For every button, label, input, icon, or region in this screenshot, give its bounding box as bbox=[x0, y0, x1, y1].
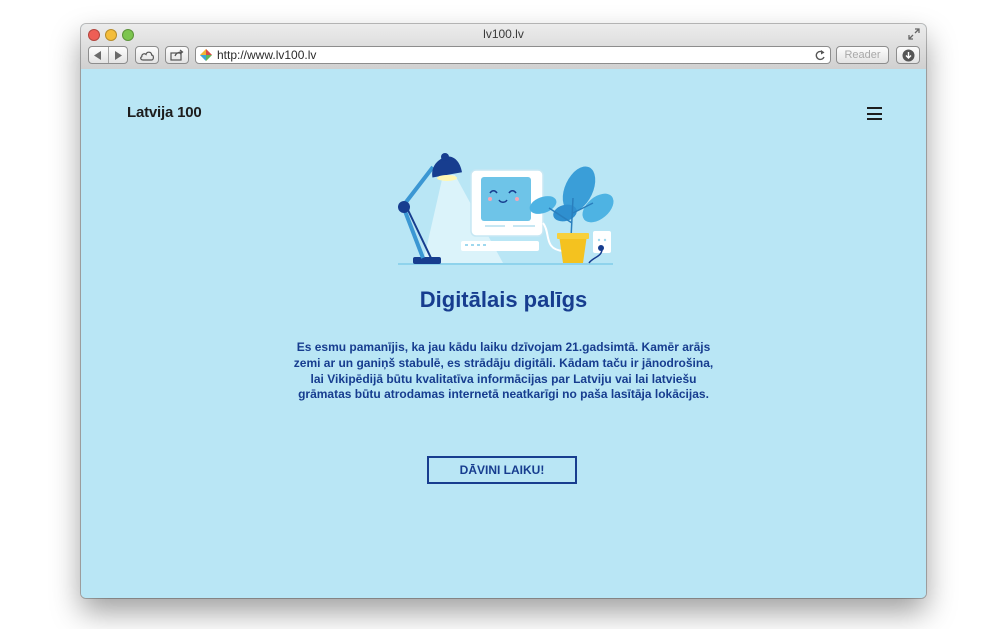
reload-icon[interactable] bbox=[814, 48, 826, 62]
back-arrow-icon bbox=[94, 50, 102, 60]
intro-paragraph: Es esmu pamanījis, ka jau kādu laiku dzī… bbox=[293, 340, 714, 402]
hamburger-menu-icon[interactable] bbox=[867, 107, 882, 120]
cloud-icon bbox=[140, 51, 154, 61]
navigation-buttons bbox=[88, 46, 128, 64]
icloud-tabs-button[interactable] bbox=[135, 46, 159, 64]
forward-button[interactable] bbox=[107, 47, 128, 63]
desk-lamp-computer-plant-illustration bbox=[398, 153, 614, 265]
browser-titlebar: lv100.lv http://www.lv100.lv Reader bbox=[81, 24, 926, 70]
fullscreen-icon[interactable] bbox=[907, 27, 921, 41]
reader-button[interactable]: Reader bbox=[836, 46, 889, 64]
back-button[interactable] bbox=[89, 47, 108, 63]
url-text: http://www.lv100.lv bbox=[217, 48, 317, 62]
address-bar[interactable]: http://www.lv100.lv bbox=[195, 46, 831, 64]
page-content: Latvija 100 Digitālais palīgs Es esmu pa… bbox=[81, 69, 926, 598]
site-favicon-icon bbox=[200, 49, 212, 61]
browser-window: lv100.lv http://www.lv100.lv Reader Latv… bbox=[81, 24, 926, 598]
window-title: lv100.lv bbox=[483, 27, 524, 41]
share-icon bbox=[170, 49, 184, 61]
gift-time-button[interactable]: DĀVINI LAIKU! bbox=[427, 456, 577, 484]
download-icon bbox=[902, 49, 914, 61]
downloads-button[interactable] bbox=[896, 46, 920, 64]
page-heading: Digitālais palīgs bbox=[419, 287, 588, 312]
forward-arrow-icon bbox=[114, 50, 122, 60]
latvija100-logo[interactable]: Latvija 100 bbox=[127, 104, 202, 121]
share-button[interactable] bbox=[165, 46, 189, 64]
